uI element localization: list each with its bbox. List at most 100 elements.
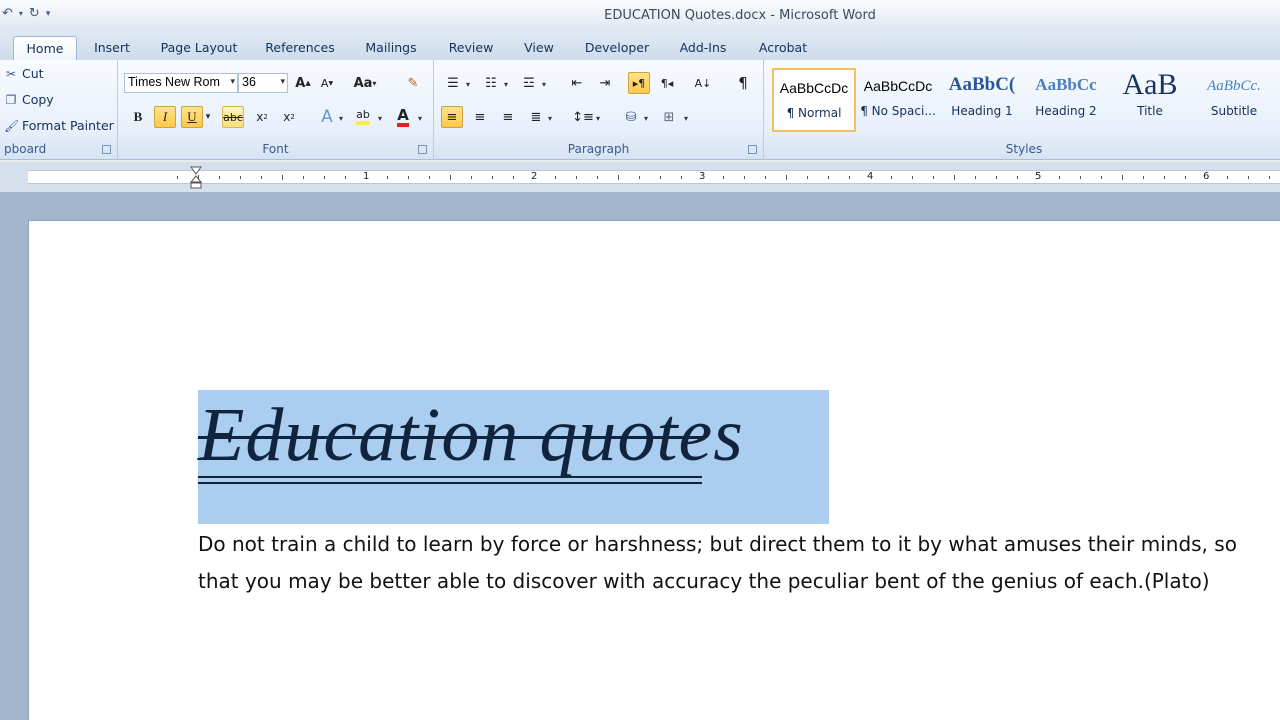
chevron-down-icon: ▾: [230, 76, 235, 86]
ruler-number: 3: [699, 171, 706, 182]
clear-formatting-icon[interactable]: ✎: [402, 72, 424, 94]
style-heading-1[interactable]: AaBbC(Heading 1: [940, 68, 1024, 132]
italic-button[interactable]: I: [154, 106, 176, 128]
chevron-down-icon[interactable]: ▾: [339, 114, 343, 123]
bold-button[interactable]: B: [127, 106, 149, 128]
chevron-down-icon[interactable]: ▾: [418, 114, 422, 123]
font-family-box[interactable]: Times New Rom ▾: [124, 73, 238, 93]
tab-mailings[interactable]: Mailings: [360, 36, 422, 60]
align-right-button[interactable]: ≡: [497, 106, 519, 128]
chevron-down-icon[interactable]: ▾: [378, 114, 382, 123]
increase-indent-icon[interactable]: ⇥: [594, 72, 616, 94]
chevron-down-icon[interactable]: ▾: [466, 80, 470, 89]
tab-references[interactable]: References: [262, 36, 338, 60]
shrink-font-icon[interactable]: A ▼: [316, 72, 338, 94]
copy-button[interactable]: ❐ Copy: [4, 92, 54, 107]
chevron-down-icon[interactable]: ▾: [644, 114, 648, 123]
font-color-icon[interactable]: A: [392, 106, 414, 128]
styles-group-label: Styles: [1005, 142, 1043, 156]
subscript-button[interactable]: x2: [251, 106, 273, 128]
text-effects-icon[interactable]: A: [316, 106, 338, 128]
line-spacing-icon[interactable]: ↕≡: [572, 106, 594, 128]
multilevel-list-icon[interactable]: ☲: [518, 72, 540, 94]
shading-icon[interactable]: ⛁: [620, 106, 642, 128]
chevron-down-icon[interactable]: ▾: [548, 114, 552, 123]
tab-review[interactable]: Review: [444, 36, 498, 60]
window-title: EDUCATION Quotes.docx - Microsoft Word: [604, 8, 876, 23]
align-center-button[interactable]: ≡: [469, 106, 491, 128]
tab-home[interactable]: Home: [13, 36, 77, 60]
change-case-icon[interactable]: Aa ▾: [354, 72, 377, 94]
tab-page-layout[interactable]: Page Layout: [156, 36, 242, 60]
paintbrush-icon: 🖌: [4, 118, 20, 133]
numbering-icon[interactable]: ☷: [480, 72, 502, 94]
superscript-button[interactable]: x2: [278, 106, 300, 128]
grow-font-icon[interactable]: A ▲: [292, 72, 314, 94]
show-formatting-icon[interactable]: ¶: [732, 72, 754, 94]
ruler-tick: [240, 176, 241, 179]
strikethrough-button[interactable]: abc: [222, 106, 244, 128]
ruler-tick: [891, 176, 892, 179]
style-heading-2[interactable]: AaBbCc Heading 2: [1024, 68, 1108, 132]
chevron-down-icon[interactable]: ▾: [684, 114, 688, 123]
style-sample: AaBbCcDc: [863, 78, 933, 94]
align-left-button[interactable]: ≡: [441, 106, 463, 128]
style-subtitle[interactable]: AaBbCc. Subtitle: [1192, 68, 1276, 132]
ruler-tick: [471, 176, 472, 179]
tab-add-ins[interactable]: Add-Ins: [674, 36, 732, 60]
style-name: Heading 2: [1035, 104, 1097, 118]
document-heading[interactable]: Education quotes: [198, 392, 744, 484]
style-name: ¶ No Spaci...: [860, 104, 936, 118]
ruler-strip: 1 2 3 4 5 6: [28, 170, 1280, 184]
chevron-down-icon[interactable]: ▾: [504, 80, 508, 89]
highlight-color-icon[interactable]: ab: [352, 106, 374, 128]
left-to-right-icon[interactable]: ▸¶: [628, 72, 650, 94]
paragraph-launcher-icon[interactable]: [748, 145, 757, 154]
tab-acrobat[interactable]: Acrobat: [752, 36, 814, 60]
tab-insert[interactable]: Insert: [88, 36, 136, 60]
font-size-value: 36: [242, 75, 256, 89]
format-painter-button[interactable]: 🖌 Format Painter: [4, 118, 114, 133]
underline-line: [198, 482, 702, 484]
ruler-tick: [408, 176, 409, 179]
style-normal[interactable]: AaBbCcDc ¶ Normal: [772, 68, 856, 132]
chevron-down-icon: ▾: [280, 76, 285, 86]
chevron-down-icon[interactable]: ▾: [542, 80, 546, 89]
chevron-down-icon[interactable]: ▾: [596, 114, 600, 123]
underline-dropdown-icon[interactable]: ▾: [202, 106, 214, 128]
bullets-icon[interactable]: ☰: [442, 72, 464, 94]
clipboard-launcher-icon[interactable]: [102, 145, 111, 154]
style-no-spaci[interactable]: AaBbCcDc ¶ No Spaci...: [856, 68, 940, 132]
font-launcher-icon[interactable]: [418, 145, 427, 154]
style-title[interactable]: AaB Title: [1108, 68, 1192, 132]
ruler-tick: [597, 176, 598, 179]
ruler-tick: [1059, 176, 1060, 179]
tab-view[interactable]: View: [520, 36, 558, 60]
document-body[interactable]: Do not train a child to learn by force o…: [198, 526, 1280, 600]
word-window: ↶ ▾ ↻ ▾ EDUCATION Quotes.docx - Microsof…: [0, 0, 1280, 720]
ruler-tick: [618, 175, 619, 180]
indent-marker-icon[interactable]: [190, 166, 202, 190]
ruler-tick: [282, 175, 283, 180]
justify-button[interactable]: ≣: [525, 106, 547, 128]
underline-button[interactable]: U: [181, 106, 203, 128]
ruler-tick: [639, 176, 640, 179]
ruler-tick: [1248, 176, 1249, 179]
ruler-tick: [1143, 176, 1144, 179]
format-painter-label: Format Painter: [22, 118, 114, 133]
ruler-tick: [1101, 176, 1102, 179]
ruler-tick: [576, 176, 577, 179]
sort-icon[interactable]: A↓: [692, 72, 714, 94]
borders-icon[interactable]: ⊞: [658, 106, 680, 128]
clipboard-group: ✂ Cut ❐ Copy 🖌 Format Painter pboard: [0, 60, 118, 160]
ruler-tick: [219, 176, 220, 179]
cut-button[interactable]: ✂ Cut: [4, 66, 44, 81]
font-size-box[interactable]: 36 ▾: [238, 73, 288, 93]
ruler-tick: [261, 176, 262, 179]
style-name: Title: [1137, 104, 1163, 118]
right-to-left-icon[interactable]: ¶◂: [656, 72, 678, 94]
ruler-number: 4: [867, 171, 874, 182]
ruler-tick: [450, 175, 451, 180]
decrease-indent-icon[interactable]: ⇤: [566, 72, 588, 94]
tab-developer[interactable]: Developer: [580, 36, 654, 60]
